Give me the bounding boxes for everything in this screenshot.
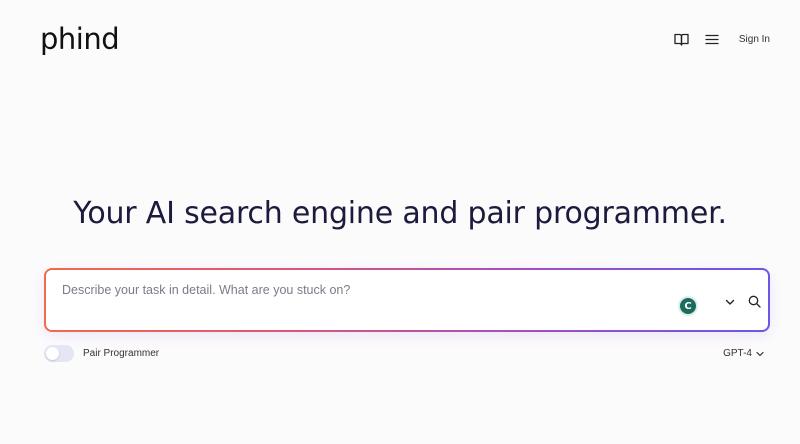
model-label: GPT-4 [723,348,752,359]
pair-programmer-label: Pair Programmer [83,348,160,359]
book-icon[interactable] [673,30,691,48]
toggle-knob [46,347,59,360]
search-icon[interactable] [746,293,762,309]
model-selector[interactable]: GPT-4 [723,348,764,359]
menu-icon[interactable] [703,30,721,48]
search-box: C [44,268,770,332]
pair-programmer-toggle[interactable] [44,345,74,362]
phind-logo[interactable]: phind [40,22,120,56]
top-nav: Sign In [673,30,770,48]
search-box-inner: C [46,270,768,330]
page: phind Sign In Your AI search engine and … [0,0,800,444]
pair-programmer-row: Pair Programmer [44,345,159,362]
chevron-down-icon [756,351,764,356]
sign-in-link[interactable]: Sign In [739,34,770,45]
chevron-down-icon[interactable] [722,294,738,310]
page-headline: Your AI search engine and pair programme… [73,196,727,231]
extension-badge-icon[interactable]: C [680,298,696,314]
search-input[interactable] [60,282,664,298]
